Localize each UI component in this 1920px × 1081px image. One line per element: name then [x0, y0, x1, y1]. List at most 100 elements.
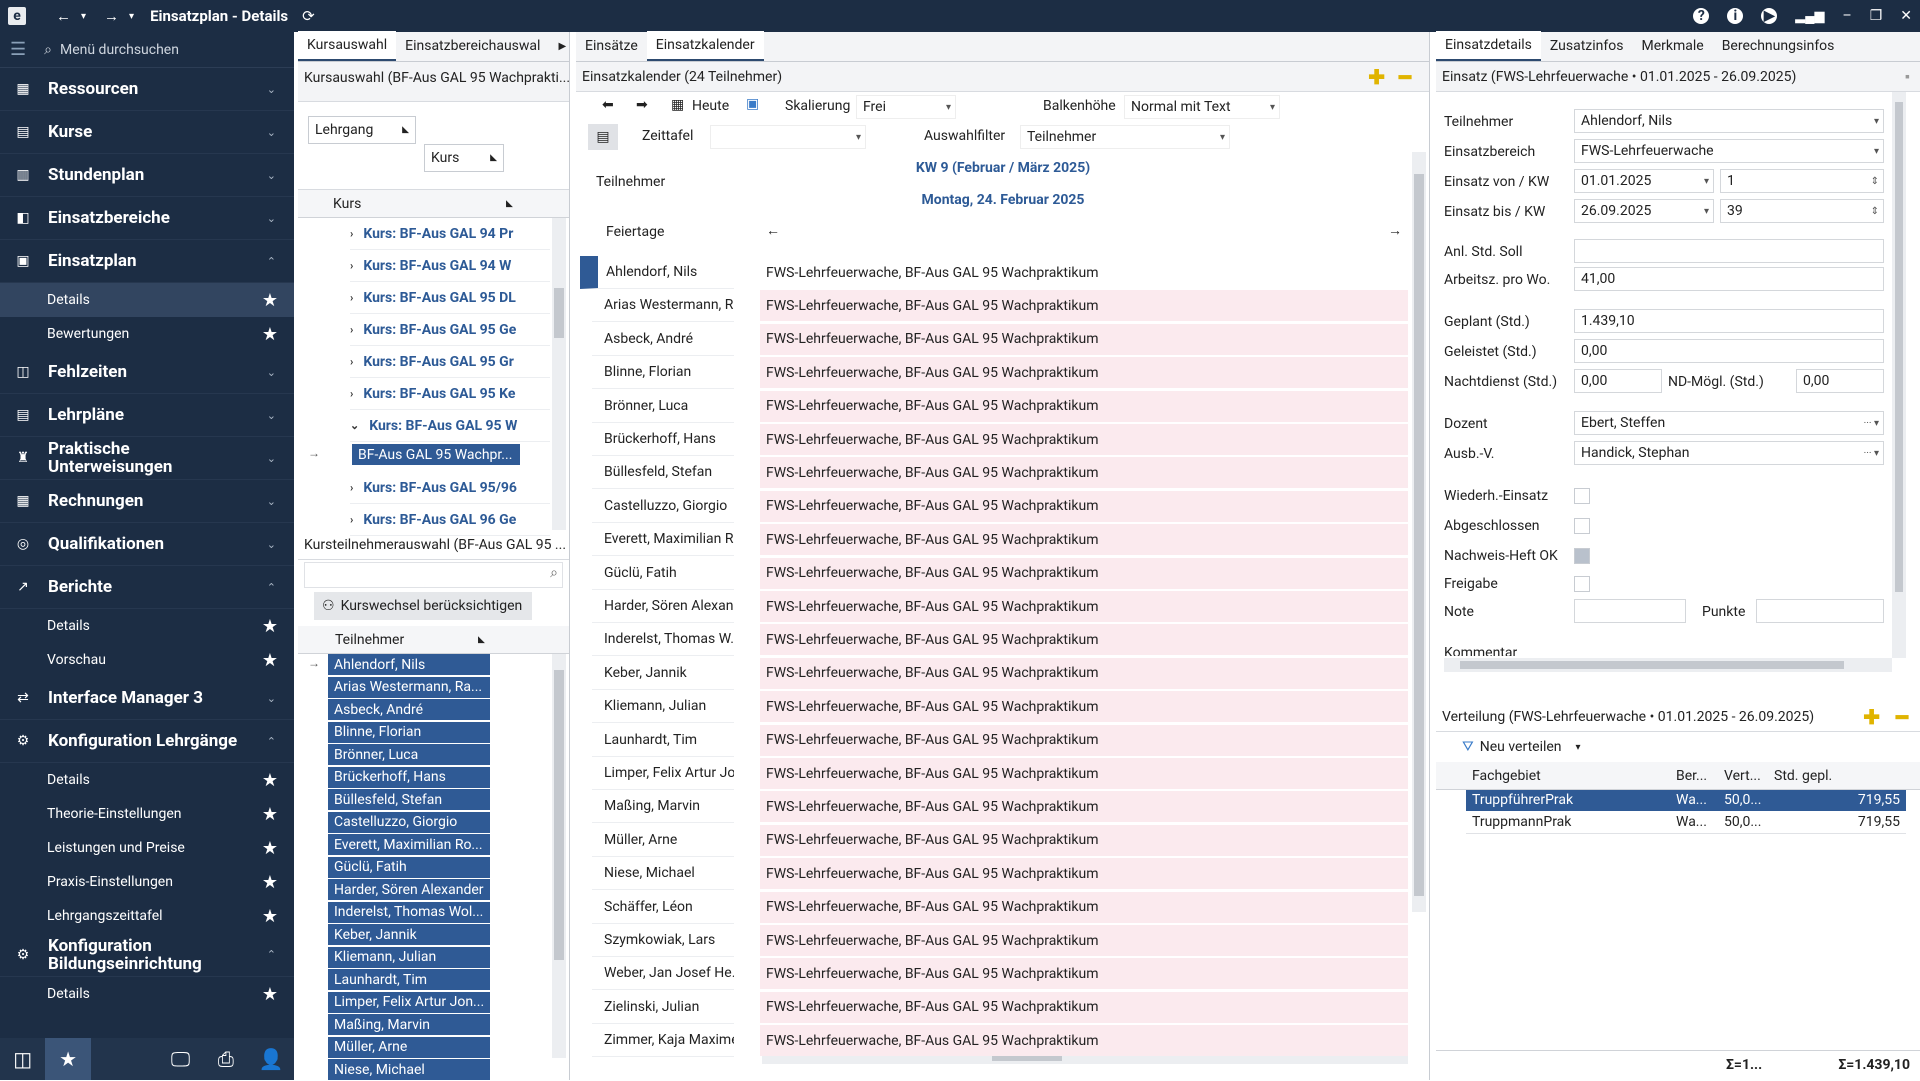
anl-std-field[interactable] — [1574, 239, 1884, 263]
group-lehrgang[interactable]: Lehrgang ◣ — [308, 116, 416, 144]
selected-course[interactable]: BF-Aus GAL 95 Wachpr... — [352, 444, 520, 466]
participant-row[interactable]: Blinne, Florian — [328, 721, 490, 744]
sidebar-sub-details[interactable]: Details ★ — [0, 283, 294, 317]
sidebar-item-konfig-bildung[interactable]: ⚙ Konfiguration Bildungseinrichtung ⌃ — [0, 933, 294, 977]
calendar-participant[interactable]: Niese, Michael — [592, 857, 734, 891]
scroll-left-icon[interactable]: ← — [766, 222, 780, 239]
participant-row[interactable]: Launhardt, Tim — [328, 969, 490, 991]
participant-row[interactable]: Güclü, Fatih — [328, 856, 490, 879]
star-icon[interactable]: ★ — [262, 906, 278, 927]
participant-row[interactable]: Harder, Sören Alexander — [328, 879, 490, 901]
einsatz-bis-date[interactable]: 26.09.2025 ▾ — [1574, 199, 1714, 223]
calendar-participant[interactable]: Müller, Arne — [592, 824, 734, 857]
star-icon[interactable]: ★ — [262, 616, 278, 637]
sidebar-item-einsatzplan[interactable]: ▣ Einsatzplan ⌃ — [0, 240, 294, 283]
event-bar[interactable]: FWS-Lehrfeuerwache, BF-Aus GAL 95 Wachpr… — [760, 657, 1408, 689]
menu-search[interactable]: ☰ ⌕ Menü durchsuchen — [0, 32, 294, 68]
calendar-participant[interactable]: Limper, Felix Artur Jo... — [592, 757, 734, 790]
course-item[interactable]: ⌄ Kurs: BF-Aus GAL 95 W — [350, 410, 550, 442]
event-bar[interactable]: FWS-Lehrfeuerwache, BF-Aus GAL 95 Wachpr… — [760, 591, 1408, 622]
einsatz-bis-kw[interactable]: 39 ⇕ — [1720, 199, 1884, 223]
tab-kursauswahl[interactable]: Kursauswahl — [298, 31, 397, 61]
chevron-right-icon[interactable]: › — [350, 481, 353, 494]
calendar-participant[interactable]: Kliemann, Julian — [592, 690, 734, 724]
event-bar[interactable]: FWS-Lehrfeuerwache, BF-Aus GAL 95 Wachpr… — [760, 891, 1408, 923]
nachtdienst-field[interactable]: 0,00 — [1574, 369, 1662, 393]
event-bar[interactable]: FWS-Lehrfeuerwache, BF-Aus GAL 95 Wachpr… — [760, 557, 1408, 589]
chevron-right-icon[interactable]: › — [350, 259, 353, 272]
participant-row[interactable]: Keber, Jannik — [328, 924, 490, 946]
chevron-right-icon[interactable]: › — [350, 387, 353, 400]
calendar-participant[interactable]: Schäffer, Léon — [592, 891, 734, 924]
skalierung-select[interactable]: Frei ▾ — [856, 95, 956, 119]
chevron-right-icon[interactable]: › — [350, 513, 353, 526]
course-item[interactable]: › Kurs: BF-Aus GAL 95 Gr — [350, 346, 550, 378]
sidebar-item-qualifikationen[interactable]: ◎ Qualifikationen ⌄ — [0, 523, 294, 566]
sidebar-item-lehrplaene[interactable]: ▤ Lehrpläne ⌄ — [0, 394, 294, 437]
star-icon[interactable]: ★ — [262, 290, 278, 311]
participant-row[interactable]: Maßing, Marvin — [328, 1014, 490, 1036]
participant-row[interactable]: Castelluzzo, Giorgio — [328, 811, 490, 834]
participant-row[interactable]: Brönner, Luca — [328, 744, 490, 766]
nd-moegl-field[interactable]: 0,00 — [1796, 369, 1884, 393]
teilnehmer-field[interactable]: Ahlendorf, Nils ▾ — [1574, 109, 1884, 133]
event-bar[interactable]: FWS-Lehrfeuerwache, BF-Aus GAL 95 Wachpr… — [760, 691, 1408, 723]
scroll-right-icon[interactable]: → — [1388, 222, 1402, 239]
calendar-participant[interactable]: Blinne, Florian — [592, 356, 734, 390]
sidebar-item-stundenplan[interactable]: ▥ Stundenplan ⌄ — [0, 154, 294, 197]
today-button[interactable]: Heute — [692, 98, 729, 114]
sidebar-item-berichte[interactable]: ↗ Berichte ⌃ — [0, 566, 294, 609]
favorites-icon[interactable]: ★ — [45, 1038, 91, 1080]
chevron-right-icon[interactable]: › — [350, 291, 353, 304]
participant-row[interactable]: Arias Westermann, Ra... — [328, 676, 490, 699]
calendar-participant[interactable]: Büllesfeld, Stefan — [592, 456, 734, 490]
participant-vscroll[interactable] — [552, 654, 566, 1058]
verteilung-row[interactable]: TruppführerPrak Wa... 50,0... 719,55 — [1466, 790, 1906, 812]
form-vscroll[interactable] — [1892, 92, 1906, 658]
event-bar[interactable]: FWS-Lehrfeuerwache, BF-Aus GAL 95 Wachpr… — [760, 624, 1408, 656]
chevron-down-icon[interactable]: ⌄ — [350, 419, 359, 432]
sidebar-sub-bewertungen[interactable]: Bewertungen ★ — [0, 317, 294, 351]
calendar-participant[interactable]: Harder, Sören Alexan... — [592, 590, 734, 623]
sidebar-item-interface-manager[interactable]: ⇄ Interface Manager 3 ⌄ — [0, 677, 294, 720]
event-bar[interactable]: FWS-Lehrfeuerwache, BF-Aus GAL 95 Wachpr… — [760, 791, 1408, 823]
calendar-participant[interactable]: Zimmer, Kaja Maxime — [592, 1024, 734, 1058]
dozent-field[interactable]: Ebert, Steffen ··· ▾ — [1574, 411, 1884, 435]
event-bar[interactable]: FWS-Lehrfeuerwache, BF-Aus GAL 95 Wachpr… — [760, 1025, 1408, 1057]
calendar-participant[interactable]: Zielinski, Julian — [592, 991, 734, 1024]
participant-row[interactable]: Ahlendorf, Nils — [328, 654, 490, 676]
chevron-right-icon[interactable]: › — [350, 323, 353, 336]
calendar-participant[interactable]: Ahlendorf, Nils — [580, 256, 734, 289]
ausb-field[interactable]: Handick, Stephan ··· ▾ — [1574, 441, 1884, 465]
back-dropdown-icon[interactable]: ▾ — [81, 11, 86, 22]
hamburger-icon[interactable]: ☰ — [10, 39, 26, 60]
course-item[interactable]: › Kurs: BF-Aus GAL 94 Pr — [350, 218, 550, 250]
print-icon[interactable]: ⎙ — [203, 1047, 248, 1071]
forward-dropdown-icon[interactable]: ▾ — [129, 11, 134, 22]
event-bar[interactable]: FWS-Lehrfeuerwache, BF-Aus GAL 95 Wachpr… — [760, 958, 1408, 990]
calendar-vscroll[interactable] — [1412, 152, 1426, 912]
sidebar-item-fehlzeiten[interactable]: ◫ Fehlzeiten ⌄ — [0, 351, 294, 394]
calendar-participant[interactable]: Weber, Jan Josef He... — [592, 957, 734, 991]
info-icon[interactable]: i — [1727, 8, 1744, 24]
punkte-field[interactable] — [1756, 599, 1884, 623]
close-icon[interactable]: ✕ — [1900, 8, 1912, 24]
star-icon[interactable]: ★ — [262, 872, 278, 893]
course-item[interactable]: › Kurs: BF-Aus GAL 95 Ge — [350, 314, 550, 346]
abgeschlossen-checkbox[interactable] — [1574, 518, 1590, 534]
restore-icon[interactable]: ❐ — [1870, 8, 1883, 24]
calendar-participant[interactable]: Szymkowiak, Lars — [592, 924, 734, 957]
event-bar[interactable]: FWS-Lehrfeuerwache, BF-Aus GAL 95 Wachpr… — [760, 424, 1408, 455]
tab-einsatzdetails[interactable]: Einsatzdetails — [1436, 31, 1541, 61]
sidebar-sub-berichte-details[interactable]: Details ★ — [0, 609, 294, 643]
signal-icon[interactable]: ▂▄▆ — [1795, 8, 1824, 24]
course-item[interactable]: › Kurs: BF-Aus GAL 94 W — [350, 250, 550, 282]
back-arrow-icon[interactable]: ← — [56, 7, 71, 25]
calendar-participant[interactable]: Launhardt, Tim — [592, 724, 734, 757]
event-bar[interactable]: FWS-Lehrfeuerwache, BF-Aus GAL 95 Wachpr… — [760, 257, 1408, 288]
calendar-participant[interactable]: Brückerhoff, Hans — [592, 423, 734, 456]
view-icon[interactable]: ▣ — [746, 96, 759, 112]
event-bar[interactable]: FWS-Lehrfeuerwache, BF-Aus GAL 95 Wachpr… — [760, 290, 1408, 322]
next-icon[interactable]: ➡ — [636, 97, 648, 113]
einsatzbereich-field[interactable]: FWS-Lehrfeuerwache ▾ — [1574, 139, 1884, 163]
